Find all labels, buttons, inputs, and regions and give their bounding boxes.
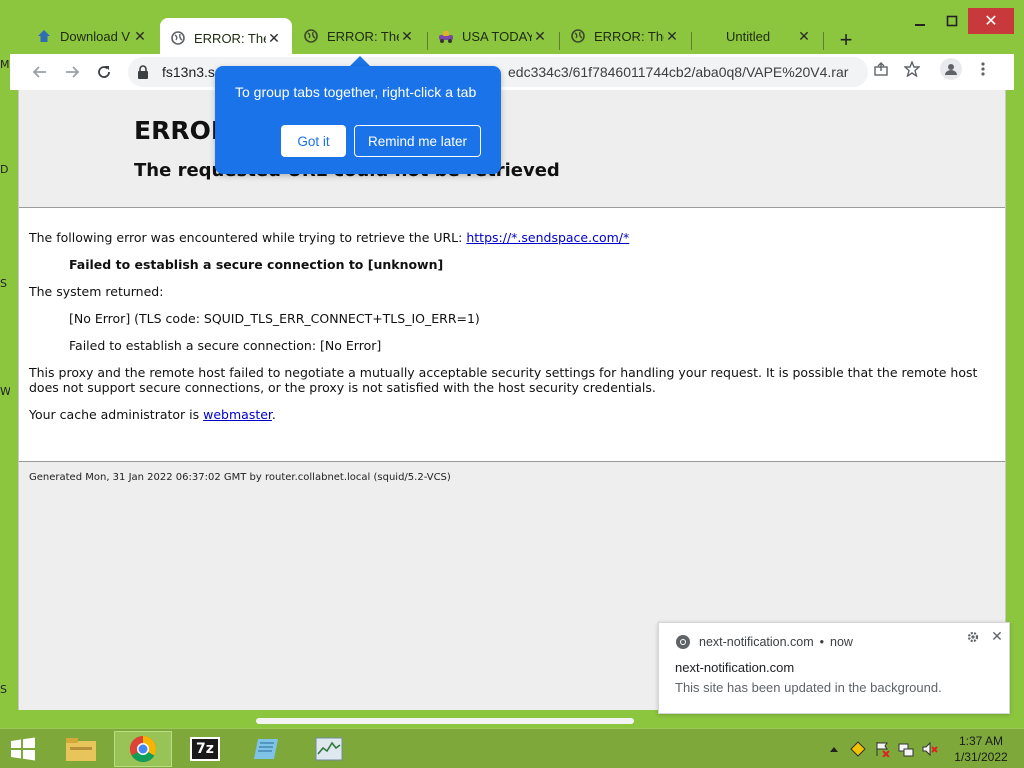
webmaster-link[interactable]: webmaster [203,407,272,422]
error-tls-code: [No Error] (TLS code: SQUID_TLS_ERR_CONN… [69,311,480,326]
gear-icon[interactable] [965,629,981,645]
tab-title: ERROR: The [327,28,399,44]
close-window-button[interactable]: ✕ [968,8,1014,34]
error-cache-admin: Your cache administrator is webmaster. [29,407,989,422]
forward-arrow-icon [66,66,80,78]
tab-error-active[interactable]: ERROR: The ✕ [160,18,292,58]
show-hidden-icons-arrow-icon[interactable] [828,739,840,759]
error-line-text: The following error was encountered whil… [29,230,463,245]
desktop-icon-label-fragment: S [0,277,7,290]
clock-time: 1:37 AM [958,734,1004,748]
new-tab-button[interactable]: + [832,26,860,54]
error-failed-secure: Failed to establish a secure connection:… [69,338,382,353]
browser-window: Download V ✕ ERROR: The ✕ ERROR: The ✕ U… [10,0,1024,728]
notification-body: This site has been updated in the backgr… [675,680,942,695]
globe-icon [170,30,186,46]
tab-strip: Download V ✕ ERROR: The ✕ ERROR: The ✕ U… [10,12,1024,58]
maximize-button[interactable] [938,8,966,34]
error-url-link[interactable]: https://*.sendspace.com/* [466,230,629,245]
error-body: The following error was encountered whil… [29,230,989,434]
lock-icon[interactable] [128,65,158,79]
7zip-label: 7z [190,737,220,761]
network-icon[interactable] [896,739,916,759]
share-icon[interactable] [870,58,892,80]
tab-title: ERROR: The [594,28,664,44]
url-path: edc334c3/61f7846011744cb2/aba0q8/VAPE%20… [508,64,849,80]
remind-me-later-button[interactable]: Remind me later [354,125,481,157]
error-system-returned: The system returned: [29,284,164,299]
notification-header: next-notification.com • now [675,634,853,650]
tab-error[interactable]: ERROR: The ✕ [293,20,425,52]
minimize-button[interactable] [906,8,934,34]
close-icon[interactable]: ✕ [796,28,812,44]
tab-usa-today[interactable]: USA TODAY ✕ [428,20,558,52]
close-icon[interactable]: ✕ [532,28,548,44]
separator-dot: • [819,635,825,649]
action-center-flag-icon[interactable] [872,739,892,759]
desktop-icon-label-fragment: D [0,163,9,176]
bubble-pointer [350,56,370,66]
tab-group-tip-bubble: To group tabs together, right-click a ta… [215,66,501,174]
close-icon[interactable]: ✕ [399,28,415,44]
error-failed-bold: Failed to establish a secure connection … [69,257,444,272]
notification-time: now [830,635,853,649]
file-explorer-icon[interactable] [52,731,110,767]
globe-icon [303,28,319,44]
cache-admin-text: Your cache administrator is [29,407,200,422]
tab-untitled[interactable]: Untitled ✕ [692,20,822,52]
cache-admin-suffix: . [271,407,276,422]
clock-date: 1/31/2022 [954,750,1008,764]
notepad-icon[interactable] [238,731,296,767]
error-proxy-paragraph: This proxy and the remote host failed to… [29,365,978,395]
taskbar-clock[interactable]: 1:37 AM 1/31/2022 [948,733,1014,765]
tab-error[interactable]: ERROR: The ✕ [560,20,690,52]
desktop-icon-label-fragment: M [0,58,10,71]
home-icon [36,28,52,44]
tab-separator [823,32,824,50]
taskbar: 7z 1:37 AM 1/31/2022 [0,728,1024,768]
chrome-icon[interactable] [114,731,172,767]
horizontal-scrollbar[interactable] [256,718,634,724]
back-arrow-icon [32,66,46,78]
tab-download[interactable]: Download V ✕ [26,20,158,52]
page-content: ERROR The requested URL could not be ret… [18,90,1006,710]
globe-icon [570,28,586,44]
browser-toolbar: fs13n3.se edc334c3/61f7846011744cb2/aba0… [10,54,1014,90]
error-header: ERROR The requested URL could not be ret… [19,90,1005,208]
notification-source: next-notification.com [699,635,814,649]
close-icon[interactable]: ✕ [132,28,148,44]
desktop-icon-label-fragment: S [0,683,7,696]
bookmark-star-icon[interactable] [901,58,923,80]
bubble-text: To group tabs together, right-click a ta… [235,84,477,100]
menu-kebab-icon[interactable] [972,58,994,80]
desktop-icon-label-fragment: W [0,385,11,398]
notification-title: next-notification.com [675,660,795,675]
windows-logo-icon [11,737,35,761]
start-button[interactable] [8,735,38,763]
7zip-icon[interactable]: 7z [176,731,234,767]
back-button[interactable] [28,60,52,84]
volume-muted-icon[interactable] [920,739,940,759]
close-icon[interactable]: ✕ [989,628,1005,644]
generated-note: Generated Mon, 31 Jan 2022 06:37:02 GMT … [29,472,451,483]
profile-avatar-icon[interactable] [940,58,962,80]
chrome-icon [675,634,691,650]
forward-button[interactable] [60,60,84,84]
error-line: The following error was encountered whil… [29,230,989,245]
close-icon[interactable]: ✕ [664,28,680,44]
tray-app-icon[interactable] [848,739,868,759]
reload-icon [98,66,110,78]
task-manager-icon[interactable] [300,731,358,767]
tab-title: Untitled [726,28,771,44]
got-it-button[interactable]: Got it [281,125,346,157]
close-icon[interactable]: ✕ [266,30,282,46]
notification-toast[interactable]: next-notification.com • now ✕ next-notif… [658,622,1010,714]
usatoday-icon [438,28,454,44]
tab-title: ERROR: The [194,30,266,46]
tab-title: Download V [60,28,131,44]
reload-button[interactable] [92,60,116,84]
tab-title: USA TODAY [462,28,532,44]
